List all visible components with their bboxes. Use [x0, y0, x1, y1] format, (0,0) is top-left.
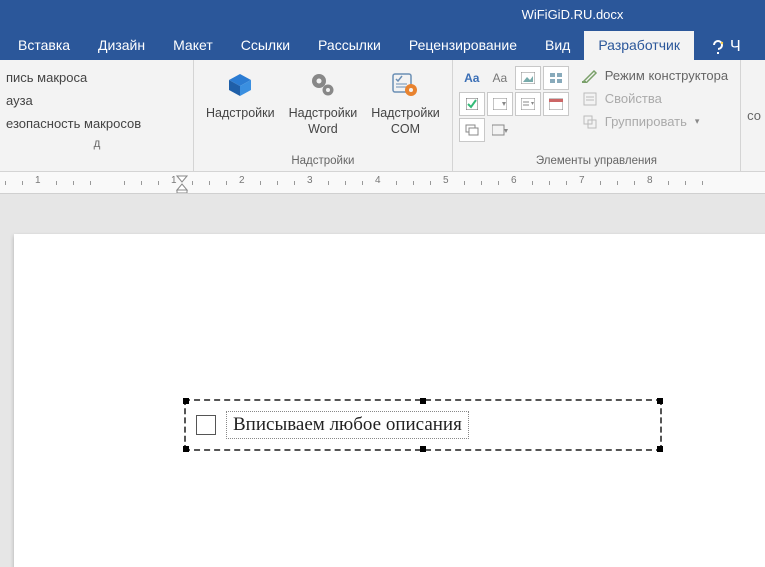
picture-control-icon[interactable]: [515, 66, 541, 90]
word-addins-button[interactable]: НадстройкиWord: [283, 64, 364, 139]
addins-label: Надстройки: [206, 106, 275, 122]
legacy-tools-icon[interactable]: [487, 118, 513, 142]
dropdown-control-icon[interactable]: [515, 92, 541, 116]
ribbon: пись макроса ауза езопасность макросов д…: [0, 60, 765, 172]
checkbox-box[interactable]: [196, 415, 216, 435]
com-addins-icon: [389, 66, 421, 104]
combo-box-control-icon[interactable]: [487, 92, 513, 116]
ribbon-overflow: со: [741, 60, 765, 171]
plain-text-control-icon[interactable]: Aa: [487, 66, 513, 90]
building-block-control-icon[interactable]: [543, 66, 569, 90]
group-code: пись макроса ауза езопасность макросов д: [0, 60, 194, 171]
selection-handle[interactable]: [420, 398, 426, 404]
checkbox-control-icon[interactable]: [459, 92, 485, 116]
tab-mailings[interactable]: Рассылки: [304, 31, 395, 60]
com-addins-button[interactable]: НадстройкиCOM: [365, 64, 446, 139]
group-controls: Aa Aa Режим конструктора Свойства: [453, 60, 741, 171]
tab-references[interactable]: Ссылки: [227, 31, 304, 60]
selection-handle[interactable]: [183, 398, 189, 404]
word-addins-label: НадстройкиWord: [289, 106, 358, 137]
group-addins-label: Надстройки: [194, 153, 452, 171]
properties-icon: [581, 92, 599, 106]
chevron-down-icon: ▾: [695, 116, 700, 127]
group-controls-label: Элементы управления: [453, 153, 740, 171]
macro-security[interactable]: езопасность макросов: [0, 112, 194, 135]
design-mode-icon: [581, 69, 599, 83]
checkbox-content-control[interactable]: Вписываем любое описания: [184, 399, 662, 451]
tab-review[interactable]: Рецензирование: [395, 31, 531, 60]
indent-marker[interactable]: [176, 172, 188, 194]
addins-icon: [225, 66, 255, 104]
date-picker-control-icon[interactable]: [543, 92, 569, 116]
horizontal-ruler[interactable]: [0, 172, 765, 194]
selection-handle[interactable]: [420, 446, 426, 452]
com-addins-label: НадстройкиCOM: [371, 106, 440, 137]
selection-handle[interactable]: [183, 446, 189, 452]
tab-developer[interactable]: Разработчик: [584, 31, 694, 60]
repeating-section-control-icon[interactable]: [459, 118, 485, 142]
group-addins: Надстройки НадстройкиWord: [194, 60, 453, 171]
title-bar: WiFiGiD.RU.docx: [0, 0, 765, 28]
selection-handle[interactable]: [657, 446, 663, 452]
help-icon[interactable]: Ч: [706, 34, 745, 60]
pause-macro[interactable]: ауза: [0, 89, 194, 112]
controls-palette: Aa Aa: [459, 64, 569, 142]
checkbox-placeholder-text[interactable]: Вписываем любое описания: [226, 411, 469, 439]
tab-view[interactable]: Вид: [531, 31, 584, 60]
record-macro[interactable]: пись макроса: [0, 66, 194, 89]
tab-layout[interactable]: Макет: [159, 31, 227, 60]
group-button[interactable]: Группировать ▾: [579, 112, 730, 131]
addins-button[interactable]: Надстройки: [200, 64, 281, 124]
tab-design[interactable]: Дизайн: [84, 31, 159, 60]
tab-insert[interactable]: Вставка: [4, 31, 84, 60]
rich-text-control-icon[interactable]: Aa: [459, 66, 485, 90]
group-code-label: д: [0, 135, 194, 154]
selection-handle[interactable]: [657, 398, 663, 404]
document-title: WiFiGiD.RU.docx: [522, 7, 624, 22]
design-mode-button[interactable]: Режим конструктора: [579, 66, 730, 85]
gear-icon: [308, 66, 338, 104]
group-icon: [581, 115, 599, 129]
properties-button[interactable]: Свойства: [579, 89, 730, 108]
document-area[interactable]: [0, 194, 765, 567]
ribbon-tabs: Вставка Дизайн Макет Ссылки Рассылки Рец…: [0, 28, 765, 60]
